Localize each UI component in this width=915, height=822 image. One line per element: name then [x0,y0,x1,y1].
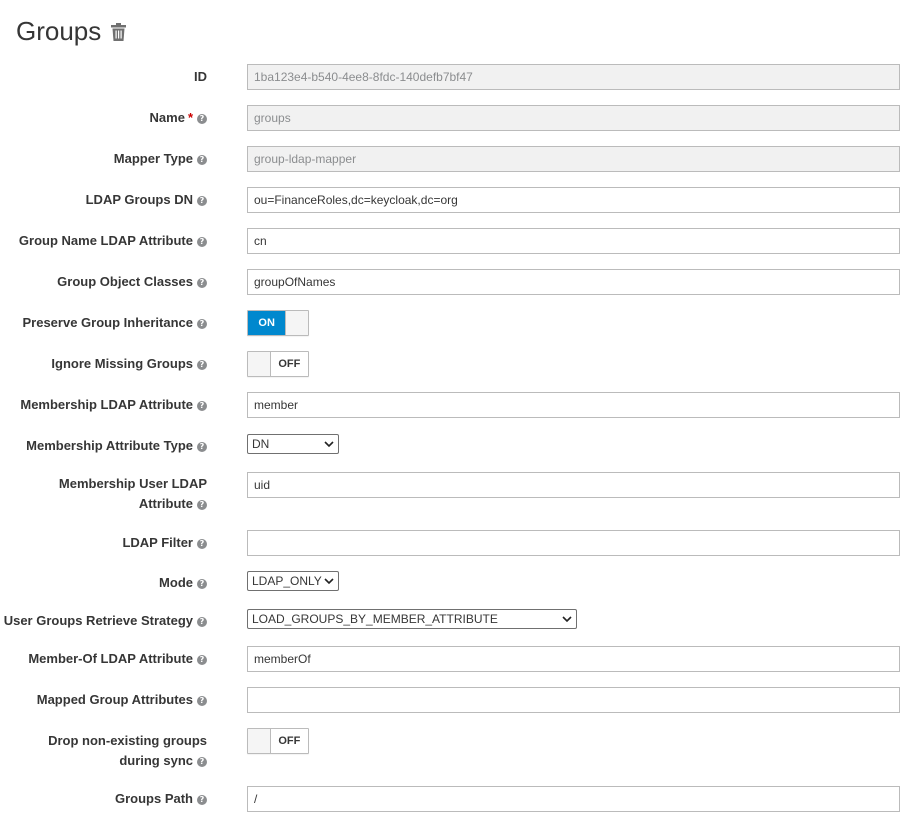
group-name-attr-label: Group Name LDAP Attribute? [19,231,207,251]
question-circle-icon[interactable]: ? [197,360,207,370]
select-value: LOAD_GROUPS_BY_MEMBER_ATTRIBUTE [252,612,498,626]
question-circle-icon[interactable]: ? [197,757,207,767]
drop-non-existing-label: Drop non-existing groups during sync? [48,733,207,768]
toggle-on-label: ON [248,311,286,335]
chevron-down-icon [324,578,334,585]
chevron-down-icon [562,616,572,623]
mapped-group-attrs-label: Mapped Group Attributes? [37,690,207,710]
toggle-knob [285,311,308,335]
trash-icon[interactable] [111,23,127,41]
required-mark: * [187,110,193,125]
id-field[interactable]: 1ba123e4-b540-4ee8-8fdc-140defb7bf47 [247,64,900,90]
retrieve-strategy-select[interactable]: LOAD_GROUPS_BY_MEMBER_ATTRIBUTE [247,609,577,629]
toggle-knob [248,729,271,753]
question-circle-icon[interactable]: ? [197,539,207,549]
mode-label: Mode? [159,573,207,593]
preserve-inheritance-label: Preserve Group Inheritance? [22,313,207,333]
retrieve-strategy-label: User Groups Retrieve Strategy? [4,611,207,631]
ldap-groups-dn-field[interactable]: ou=FinanceRoles,dc=keycloak,dc=org [247,187,900,213]
ldap-groups-dn-label: LDAP Groups DN? [86,190,207,210]
mode-select[interactable]: LDAP_ONLY [247,571,339,591]
select-value: LDAP_ONLY [252,574,322,588]
question-circle-icon[interactable]: ? [197,114,207,124]
page-title: Groups [16,16,102,46]
question-circle-icon[interactable]: ? [197,500,207,510]
membership-attr-field[interactable]: member [247,392,900,418]
question-circle-icon[interactable]: ? [197,401,207,411]
preserve-inheritance-toggle[interactable]: ON [247,310,309,336]
page-header: Groups [16,14,127,48]
membership-user-attr-field[interactable]: uid [247,472,900,498]
groups-path-label: Groups Path? [115,789,207,809]
group-object-classes-field[interactable]: groupOfNames [247,269,900,295]
membership-attr-type-select[interactable]: DN [247,434,339,454]
name-field[interactable]: groups [247,105,900,131]
question-circle-icon[interactable]: ? [197,196,207,206]
question-circle-icon[interactable]: ? [197,155,207,165]
question-circle-icon[interactable]: ? [197,696,207,706]
question-circle-icon[interactable]: ? [197,579,207,589]
ldap-filter-label: LDAP Filter? [122,533,207,553]
question-circle-icon[interactable]: ? [197,319,207,329]
toggle-knob [248,352,271,376]
group-name-attr-field[interactable]: cn [247,228,900,254]
toggle-off-label: OFF [270,352,308,376]
membership-user-attr-label: Membership User LDAP Attribute? [58,476,207,511]
question-circle-icon[interactable]: ? [197,442,207,452]
group-object-classes-label: Group Object Classes? [57,272,207,292]
member-of-attr-label: Member-Of LDAP Attribute? [28,649,207,669]
mapper-type-label: Mapper Type? [114,149,207,169]
ldap-filter-field[interactable] [247,530,900,556]
membership-attr-label: Membership LDAP Attribute? [20,395,207,415]
question-circle-icon[interactable]: ? [197,278,207,288]
membership-attr-type-label: Membership Attribute Type? [26,436,207,456]
name-label: Name *? [150,108,207,128]
question-circle-icon[interactable]: ? [197,795,207,805]
groups-path-field[interactable]: / [247,786,900,812]
member-of-attr-field[interactable]: memberOf [247,646,900,672]
mapper-type-field[interactable]: group-ldap-mapper [247,146,900,172]
ignore-missing-label: Ignore Missing Groups? [51,354,207,374]
id-label: ID [194,69,207,84]
select-value: DN [252,437,270,451]
ignore-missing-toggle[interactable]: OFF [247,351,309,377]
question-circle-icon[interactable]: ? [197,655,207,665]
drop-non-existing-toggle[interactable]: OFF [247,728,309,754]
chevron-down-icon [324,441,334,448]
question-circle-icon[interactable]: ? [197,237,207,247]
mapped-group-attrs-field[interactable] [247,687,900,713]
toggle-off-label: OFF [270,729,308,753]
question-circle-icon[interactable]: ? [197,617,207,627]
